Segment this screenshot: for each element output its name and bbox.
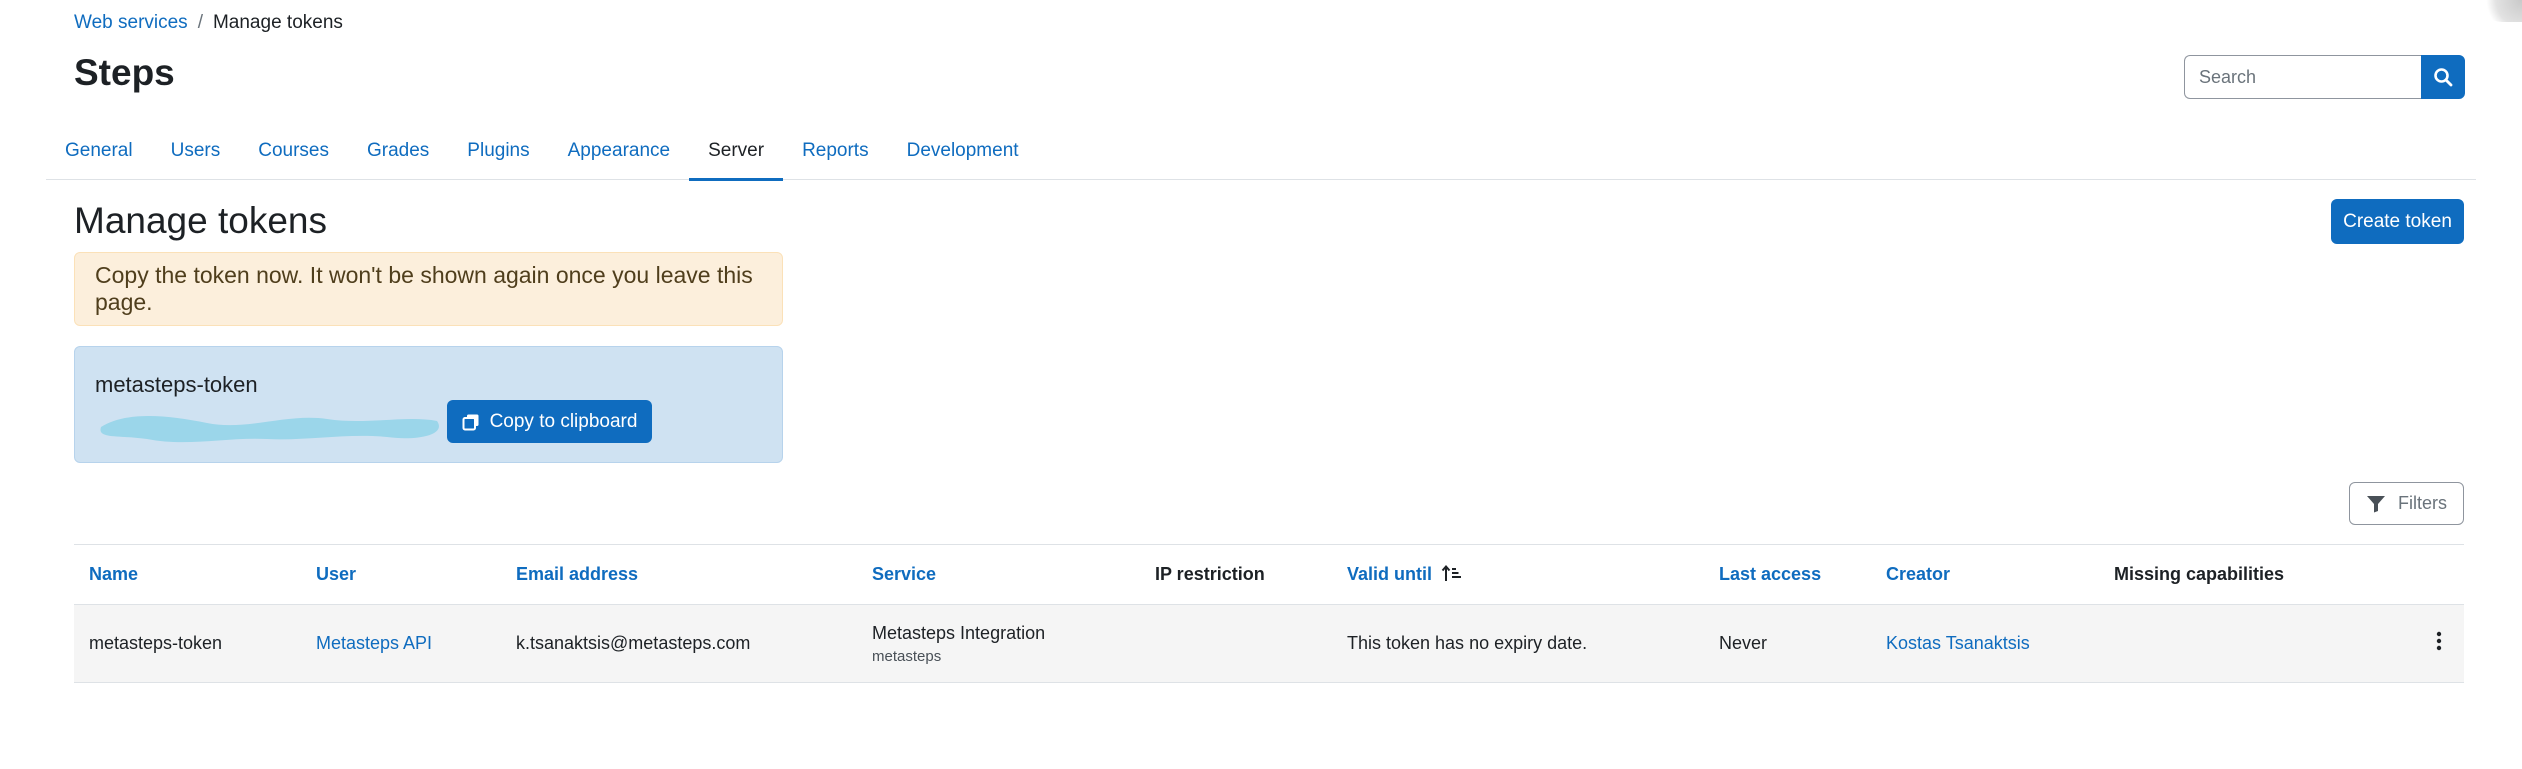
token-last-access-cell: Never	[1704, 604, 1871, 683]
column-header-ip-restriction: IP restriction	[1140, 544, 1332, 605]
search-input[interactable]	[2184, 55, 2421, 99]
copy-to-clipboard-button[interactable]: Copy to clipboard	[447, 400, 652, 443]
column-header-creator[interactable]: Creator	[1871, 544, 2099, 605]
token-email-cell: k.tsanaktsis@metasteps.com	[501, 604, 857, 683]
tab-appearance[interactable]: Appearance	[549, 122, 689, 180]
breadcrumb-web-services-link[interactable]: Web services	[74, 12, 188, 34]
column-header-last-access[interactable]: Last access	[1704, 544, 1871, 605]
token-valid-until-cell: This token has no expiry date.	[1332, 604, 1704, 683]
token-name-cell: metasteps-token	[74, 604, 301, 683]
filters-button[interactable]: Filters	[2349, 482, 2464, 525]
search-form	[2184, 55, 2465, 99]
token-creator-cell: Kostas Tsanaktsis	[1871, 604, 2099, 683]
breadcrumb-separator: /	[197, 12, 203, 33]
filters-label: Filters	[2398, 493, 2447, 513]
column-header-name[interactable]: Name	[74, 544, 301, 605]
new-token-name: metasteps-token	[95, 372, 258, 397]
service-name: Metasteps Integration	[872, 622, 1046, 643]
token-warning-message: Copy the token now. It won't be shown ag…	[95, 262, 753, 315]
search-button[interactable]	[2421, 55, 2465, 99]
tab-server[interactable]: Server	[689, 122, 784, 181]
breadcrumb: Web services / Manage tokens	[74, 12, 343, 34]
column-header-service[interactable]: Service	[857, 544, 1140, 605]
tab-plugins[interactable]: Plugins	[448, 122, 548, 180]
column-header-missing-capabilities: Missing capabilities	[2099, 544, 2464, 605]
table-header-row: Name User Email address Service IP restr…	[74, 544, 2464, 605]
tab-development[interactable]: Development	[888, 122, 1038, 180]
sort-ascending-icon	[1441, 564, 1462, 581]
token-user-link[interactable]: Metasteps API	[316, 633, 432, 653]
column-header-valid-until[interactable]: Valid until	[1332, 544, 1704, 605]
token-ip-restriction-cell	[1140, 604, 1332, 683]
token-service-cell: Metasteps Integration metasteps	[857, 604, 1140, 683]
token-missing-capabilities-cell	[2099, 604, 2464, 683]
token-value-redaction	[100, 416, 439, 443]
tab-grades[interactable]: Grades	[348, 122, 448, 180]
page-title: Steps	[74, 52, 175, 93]
copy-button-label: Copy to clipboard	[489, 410, 638, 432]
tab-courses[interactable]: Courses	[239, 122, 348, 180]
section-title: Manage tokens	[74, 200, 328, 241]
token-creator-link[interactable]: Kostas Tsanaktsis	[1886, 633, 2030, 653]
admin-tabs: General Users Courses Grades Plugins App…	[46, 122, 2476, 181]
column-header-email[interactable]: Email address	[501, 544, 857, 605]
service-shortname: metasteps	[872, 647, 942, 665]
token-warning-alert: Copy the token now. It won't be shown ag…	[74, 252, 783, 326]
tab-general[interactable]: General	[46, 122, 152, 180]
kebab-menu-icon	[2436, 631, 2442, 651]
search-icon	[2434, 68, 2453, 87]
filter-icon	[2367, 495, 2385, 512]
window-corner-shadow	[2480, 0, 2522, 22]
column-header-user[interactable]: User	[301, 544, 501, 605]
tab-reports[interactable]: Reports	[783, 122, 888, 180]
table-row: metasteps-token Metasteps API k.tsanakts…	[74, 604, 2464, 683]
create-token-button[interactable]: Create token	[2331, 199, 2464, 244]
tab-users[interactable]: Users	[152, 122, 240, 180]
breadcrumb-current: Manage tokens	[212, 12, 343, 33]
copy-icon	[462, 414, 479, 430]
token-user-cell: Metasteps API	[301, 604, 501, 683]
new-token-panel: metasteps-token Copy to clipboard	[74, 346, 783, 463]
tokens-table: Name User Email address Service IP restr…	[74, 544, 2464, 683]
row-actions-menu[interactable]	[2436, 631, 2442, 651]
valid-until-label: Valid until	[1347, 564, 1433, 584]
